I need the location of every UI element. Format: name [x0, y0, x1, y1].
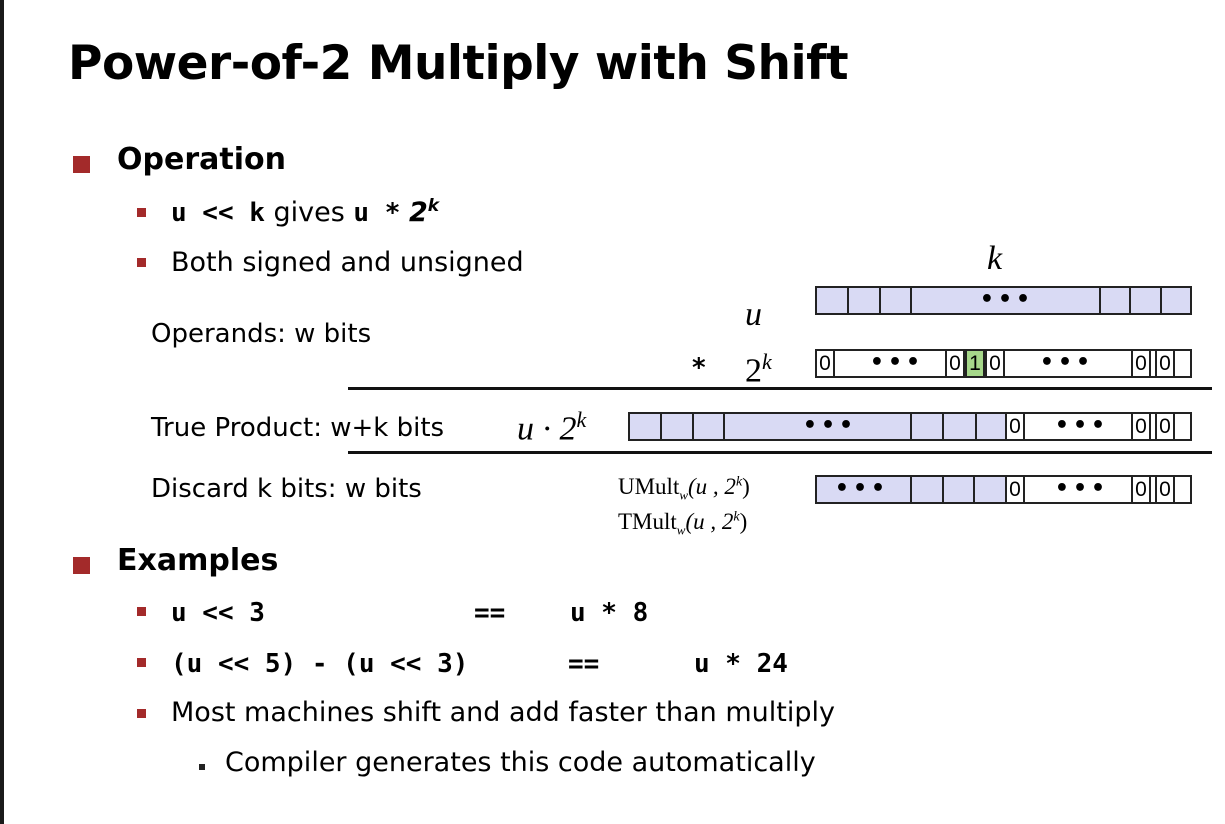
dots: ••• [979, 287, 1035, 312]
k-label: k [987, 240, 1003, 277]
left-edge-bar [0, 0, 4, 824]
umult-close: ) [742, 474, 750, 499]
dots: ••• [1054, 413, 1110, 438]
dots: ••• [802, 413, 858, 438]
bullet-square [73, 156, 90, 173]
code-mult: u * [353, 198, 401, 228]
bit-cell [1160, 286, 1162, 315]
bullet-square-small [137, 709, 146, 718]
bullet-square-tiny [199, 764, 205, 770]
example2-eq: == [568, 649, 600, 679]
true-product-register: ••• 0 ••• 0 0 [628, 412, 1192, 441]
times-symbol: * [692, 353, 706, 383]
bit-zero: 0 [1131, 475, 1151, 504]
bit-cell [879, 286, 881, 315]
bullet-square-small [137, 258, 146, 267]
tmult-close: ) [739, 509, 748, 534]
operation-heading: Operation [117, 142, 286, 177]
umult-args: (u , 2 [688, 474, 736, 499]
discard-label: Discard k bits: w bits [151, 474, 422, 504]
bit-zero: 0 [1005, 412, 1025, 441]
gives-text: gives [273, 197, 345, 228]
dots: ••• [1039, 350, 1095, 375]
u-label: u [745, 296, 762, 333]
tmult-expression: TMultw(u , 2k) [618, 509, 747, 539]
code-shift: u << k [171, 198, 265, 228]
two-base: 2 [745, 352, 762, 390]
operation-bullet-signed: Both signed and unsigned [171, 247, 524, 278]
example1-eq: == [474, 598, 506, 628]
bullet-square-small [137, 658, 146, 667]
slide-title: Power-of-2 Multiply with Shift [68, 36, 849, 91]
example1-left: u << 3 [171, 598, 265, 628]
bit-zero: 0 [1131, 412, 1151, 441]
bullet-square-small [137, 607, 146, 616]
divider-line [348, 387, 1212, 390]
bit-cell [910, 286, 912, 315]
result-register: ••• 0 ••• 0 0 [815, 475, 1192, 504]
zero-region: 0 ••• 0 0 [1005, 412, 1192, 441]
bit-cell [910, 475, 912, 504]
bit-zero: 0 [1005, 475, 1025, 504]
bullet-square-small [137, 208, 146, 217]
zero-region: 0 ••• 0 0 [1005, 475, 1192, 504]
umult-sub: w [679, 487, 689, 503]
bit-zero: 0 [1131, 349, 1151, 378]
divider-line [348, 451, 1212, 454]
dots: ••• [1054, 476, 1110, 501]
example2-right: u * 24 [694, 649, 788, 679]
operands-label: Operands: w bits [151, 319, 372, 349]
examples-heading: Examples [117, 543, 279, 578]
bit-zero: 0 [1155, 475, 1175, 504]
u-register: ••• [815, 286, 1192, 315]
bit-zero: 0 [1155, 412, 1175, 441]
examples-sub-bullet: Compiler generates this code automatical… [225, 747, 816, 778]
bit-one: 1 [965, 349, 985, 378]
example2-left: (u << 5) - (u << 3) [171, 649, 469, 679]
power-of-two-register: 0 ••• 0 1 0 ••• 0 0 [815, 349, 1192, 378]
bit-zero: 0 [815, 349, 835, 378]
bit-cell [847, 286, 849, 315]
two-power: 2k [745, 349, 772, 390]
umult-expression: UMultw(u , 2k) [618, 474, 750, 504]
product-expression: u · 2k [517, 407, 586, 448]
product-exp: k [576, 407, 587, 432]
example1-right: u * 8 [570, 598, 649, 628]
power-base: 2 [408, 197, 428, 228]
bit-cell [692, 412, 694, 441]
bit-cell [1099, 286, 1101, 315]
dots: ••• [834, 476, 890, 501]
bit-cell [1129, 286, 1131, 315]
bit-zero: 0 [945, 349, 965, 378]
bit-cell [723, 412, 725, 441]
operation-bullet-shift: u << k gives u * 2k [171, 196, 439, 228]
bit-zero: 0 [985, 349, 1005, 378]
examples-bullet-speed: Most machines shift and add faster than … [171, 697, 835, 728]
power-exp: k [427, 196, 440, 216]
bit-cell [942, 475, 944, 504]
product-expr: u · 2 [517, 410, 577, 448]
tmult-args: (u , 2 [685, 509, 734, 534]
bit-cell [660, 412, 662, 441]
bit-cell [910, 412, 912, 441]
bit-cell [975, 412, 977, 441]
bit-cell [942, 412, 944, 441]
dots: ••• [869, 350, 925, 375]
umult-name: UMult [618, 474, 680, 499]
true-product-label: True Product: w+k bits [151, 413, 445, 443]
bullet-square [73, 557, 90, 574]
two-exp: k [762, 349, 772, 374]
tmult-name: TMult [618, 509, 677, 534]
bit-zero: 0 [1155, 349, 1175, 378]
bit-cell [973, 475, 975, 504]
